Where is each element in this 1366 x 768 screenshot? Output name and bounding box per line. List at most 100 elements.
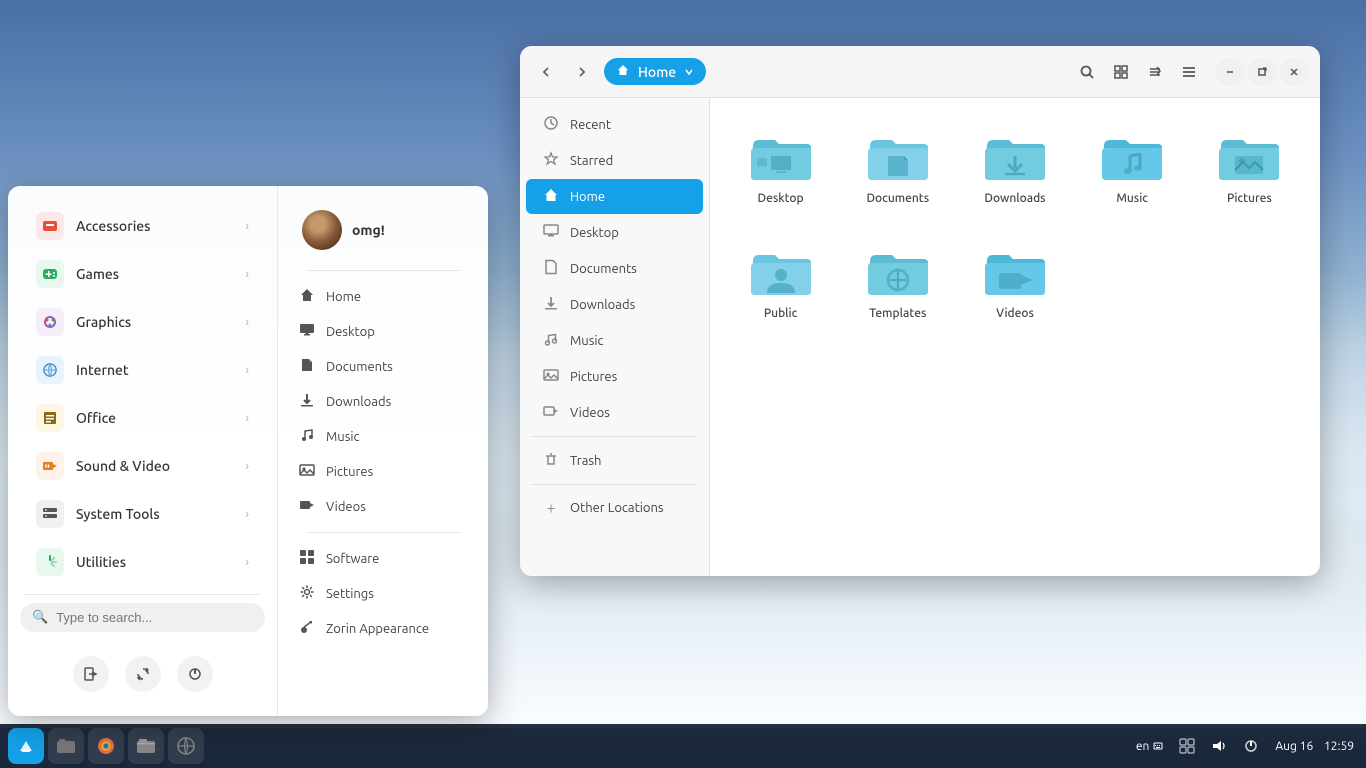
sidebar-trash[interactable]: Trash bbox=[526, 443, 703, 478]
folder-public-label: Public bbox=[764, 307, 798, 320]
taskbar-filemanager-button[interactable] bbox=[128, 728, 164, 764]
utilities-label: Utilities bbox=[76, 554, 246, 570]
sidebar-videos[interactable]: Videos bbox=[526, 395, 703, 430]
sidebar-recent[interactable]: Recent bbox=[526, 107, 703, 142]
search-input[interactable] bbox=[56, 610, 253, 625]
category-graphics[interactable]: Graphics › bbox=[16, 298, 269, 346]
sidebar-home-label: Home bbox=[570, 190, 605, 204]
folder-downloads-label: Downloads bbox=[984, 192, 1045, 205]
folder-videos[interactable]: Videos bbox=[964, 233, 1065, 332]
search-button[interactable] bbox=[1072, 57, 1102, 87]
fm-toolbar-right bbox=[1072, 57, 1308, 87]
sidebar-desktop[interactable]: Desktop bbox=[526, 215, 703, 250]
windows-indicator[interactable] bbox=[1175, 736, 1199, 756]
folder-videos-label: Videos bbox=[996, 307, 1034, 320]
menu-divider-1 bbox=[24, 594, 261, 595]
sidebar-music[interactable]: Music bbox=[526, 323, 703, 358]
right-downloads[interactable]: Downloads bbox=[290, 384, 476, 419]
pictures-icon bbox=[298, 462, 316, 481]
user-avatar bbox=[302, 210, 342, 250]
view-toggle-button[interactable] bbox=[1106, 57, 1136, 87]
datetime-display[interactable]: Aug 16 12:59 bbox=[1271, 738, 1358, 755]
location-dropdown-icon bbox=[684, 64, 694, 80]
right-documents[interactable]: Documents bbox=[290, 349, 476, 384]
folder-downloads-icon bbox=[983, 130, 1047, 184]
minimize-button[interactable] bbox=[1216, 58, 1244, 86]
category-system-tools[interactable]: System Tools › bbox=[16, 490, 269, 538]
right-zorin-appearance-label: Zorin Appearance bbox=[326, 622, 429, 636]
folder-music[interactable]: Music bbox=[1082, 118, 1183, 217]
right-software[interactable]: Software bbox=[290, 541, 476, 576]
sidebar-trash-label: Trash bbox=[570, 454, 601, 468]
folder-desktop[interactable]: Desktop bbox=[730, 118, 831, 217]
graphics-label: Graphics bbox=[76, 314, 246, 330]
games-arrow: › bbox=[246, 268, 249, 281]
category-office[interactable]: Office › bbox=[16, 394, 269, 442]
folder-documents[interactable]: Documents bbox=[847, 118, 948, 217]
sidebar-pictures[interactable]: Pictures bbox=[526, 359, 703, 394]
accessories-label: Accessories bbox=[76, 218, 246, 234]
file-manager-sidebar: Recent Starred Home Desktop bbox=[520, 98, 710, 576]
sidebar-downloads[interactable]: Downloads bbox=[526, 287, 703, 322]
maximize-button[interactable] bbox=[1248, 58, 1276, 86]
right-settings-label: Settings bbox=[326, 587, 374, 601]
system-tools-icon bbox=[36, 500, 64, 528]
sidebar-other-locations[interactable]: + Other Locations bbox=[526, 491, 703, 525]
right-pictures[interactable]: Pictures bbox=[290, 454, 476, 489]
folder-pictures-label: Pictures bbox=[1227, 192, 1272, 205]
zorin-menu-button[interactable] bbox=[8, 728, 44, 764]
power-indicator[interactable] bbox=[1239, 736, 1263, 756]
zorin-appearance-icon bbox=[298, 619, 316, 638]
sidebar-documents[interactable]: Documents bbox=[526, 251, 703, 286]
user-profile: omg! bbox=[290, 202, 476, 262]
sort-button[interactable] bbox=[1140, 57, 1170, 87]
right-music[interactable]: Music bbox=[290, 419, 476, 454]
sidebar-documents-icon bbox=[542, 259, 560, 278]
category-games[interactable]: Games › bbox=[16, 250, 269, 298]
volume-indicator[interactable] bbox=[1207, 736, 1231, 756]
refresh-button[interactable] bbox=[125, 656, 161, 692]
folder-public[interactable]: Public bbox=[730, 233, 831, 332]
sidebar-home[interactable]: Home bbox=[526, 179, 703, 214]
logout-button[interactable] bbox=[73, 656, 109, 692]
right-settings[interactable]: Settings bbox=[290, 576, 476, 611]
right-desktop[interactable]: Desktop bbox=[290, 314, 476, 349]
app-menu-right: omg! Home Desktop Documents D bbox=[278, 186, 488, 716]
sidebar-starred[interactable]: Starred bbox=[526, 143, 703, 178]
power-button[interactable] bbox=[177, 656, 213, 692]
category-accessories[interactable]: Accessories › bbox=[16, 202, 269, 250]
taskbar-firefox-button[interactable] bbox=[88, 728, 124, 764]
location-bar[interactable]: Home bbox=[604, 58, 706, 85]
keyboard-icon bbox=[1153, 741, 1163, 751]
home-icon bbox=[298, 287, 316, 306]
search-icon: 🔍 bbox=[32, 610, 48, 625]
category-sound-video[interactable]: Sound & Video › bbox=[16, 442, 269, 490]
user-name: omg! bbox=[352, 222, 385, 238]
power-icon bbox=[1243, 738, 1259, 754]
folder-downloads[interactable]: Downloads bbox=[964, 118, 1065, 217]
user-avatar-img bbox=[302, 210, 342, 250]
search-bar[interactable]: 🔍 bbox=[20, 603, 265, 632]
windows-icon bbox=[1179, 738, 1195, 754]
folder-pictures[interactable]: Pictures bbox=[1199, 118, 1300, 217]
close-button[interactable] bbox=[1280, 58, 1308, 86]
right-home[interactable]: Home bbox=[290, 279, 476, 314]
category-utilities[interactable]: Utilities › bbox=[16, 538, 269, 586]
folder-templates[interactable]: Templates bbox=[847, 233, 948, 332]
right-zorin-appearance[interactable]: Zorin Appearance bbox=[290, 611, 476, 646]
right-videos[interactable]: Videos bbox=[290, 489, 476, 524]
forward-button[interactable] bbox=[568, 58, 596, 86]
accessories-arrow: › bbox=[246, 220, 249, 233]
taskbar-files-button[interactable] bbox=[48, 728, 84, 764]
location-home-icon bbox=[616, 63, 630, 80]
file-manager-main: Desktop Documents bbox=[710, 98, 1320, 576]
folder-desktop-label: Desktop bbox=[758, 192, 804, 205]
category-internet[interactable]: Internet › bbox=[16, 346, 269, 394]
menu-button[interactable] bbox=[1174, 57, 1204, 87]
sidebar-videos-icon bbox=[542, 403, 560, 422]
taskbar-browser-button[interactable] bbox=[168, 728, 204, 764]
language-indicator[interactable]: en bbox=[1132, 738, 1167, 755]
back-button[interactable] bbox=[532, 58, 560, 86]
search-container: 🔍 bbox=[8, 603, 277, 640]
system-tools-label: System Tools bbox=[76, 506, 246, 522]
